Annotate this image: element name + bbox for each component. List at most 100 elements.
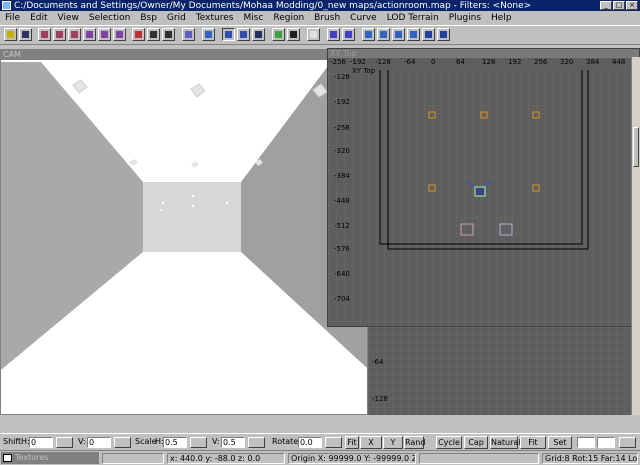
rotate-lock-icon[interactable] [437,28,450,41]
menu-lod-terrain[interactable]: LOD Terrain [382,13,444,23]
scale-v-field[interactable]: 0.5 [221,437,245,448]
textures-window-icon [3,454,12,462]
y-tick: -704 [334,295,350,303]
fit-height-field[interactable] [597,437,615,448]
menu-view[interactable]: View [53,13,84,23]
scale-v-spinner[interactable] [248,437,265,448]
y-tick: -64 [372,358,384,366]
menu-edit[interactable]: Edit [25,13,52,23]
rand-button[interactable]: Rand [404,436,425,449]
lights-icon[interactable] [307,28,320,41]
y-tick: -640 [334,270,350,278]
rotate-spinner[interactable] [325,437,342,448]
texture-lock-icon[interactable] [422,28,435,41]
camera-view-title: CAM [1,50,367,60]
open-icon[interactable] [4,28,17,41]
rotate-field[interactable]: 0.0 [298,437,322,448]
x-tick: -128 [375,58,391,66]
xz-view-icon[interactable] [377,28,390,41]
fit-spinner[interactable] [619,437,636,448]
y-tick: -576 [334,245,350,253]
z-axis-flip-icon[interactable] [68,28,81,41]
patch-icon[interactable] [327,28,340,41]
y-flip-button[interactable]: Y Flip [383,436,403,458]
background-xy-view[interactable]: -64 -128 [368,327,640,415]
scale-h-field[interactable]: 0.5 [163,437,187,448]
x-tick: 256 [534,58,548,66]
rotate-label: Rotate: [272,437,301,446]
menu-misc[interactable]: Misc [238,13,268,23]
scale-v-label: V: [212,437,220,446]
scale-h-spinner[interactable] [190,437,207,448]
minimize-button[interactable]: _ [600,1,612,10]
close-button[interactable]: × [626,1,638,10]
y-tick: -192 [334,98,350,106]
cap-button[interactable]: Cap [464,436,488,449]
fit-texture-button[interactable]: Fit [520,436,546,449]
filter-icon[interactable] [272,28,285,41]
natural-button[interactable]: Natural [490,436,521,449]
scrollbar-thumb[interactable] [633,127,639,167]
maximize-button[interactable]: □ [613,1,625,10]
curve-icon[interactable] [342,28,355,41]
select-inside-icon[interactable] [162,28,175,41]
menu-bsp[interactable]: Bsp [135,13,162,23]
shift-h-spinner[interactable] [56,437,73,448]
cursor-coordinates: x: 440.0 y: -88.0 z: 0.0 [167,453,285,464]
shift-v-spinner[interactable] [114,437,131,448]
auto-view-icon[interactable] [407,28,420,41]
menu-curve[interactable]: Curve [345,13,382,23]
status-message [102,453,164,464]
x-tick: 448 [612,58,626,66]
x-tick: 320 [560,58,574,66]
textures-tab[interactable]: Textures [1,452,99,464]
y-axis-flip-icon[interactable] [53,28,66,41]
camera-preview-icon[interactable] [252,28,265,41]
shift-h-field[interactable]: 0 [29,437,53,448]
z-axis-rotate-icon[interactable] [113,28,126,41]
x-axis-rotate-icon[interactable] [83,28,96,41]
menu-selection[interactable]: Selection [84,13,135,23]
hollow-icon[interactable] [182,28,195,41]
csg-merge-icon[interactable] [222,28,235,41]
xy-grid [328,58,639,326]
menu-grid[interactable]: Grid [162,13,191,23]
csg-subtract-icon[interactable] [202,28,215,41]
shift-v-field[interactable]: 0 [87,437,111,448]
status-info [419,453,539,464]
camera-render [1,60,367,414]
x-axis-flip-icon[interactable] [38,28,51,41]
entities-icon[interactable] [287,28,300,41]
y-tick: -512 [334,222,350,230]
menu-file[interactable]: File [0,13,25,23]
xy-view-label: XY Top [352,67,376,75]
vertical-scrollbar[interactable] [631,57,640,415]
camera-view[interactable]: CAM [0,49,368,415]
fit-button[interactable]: Fit [345,436,359,449]
menu-region[interactable]: Region [268,13,309,23]
surface-inspector-bar: Shift H: 0 V: 0 Scale H: 0.5 V: 0.5 Rota… [0,433,640,458]
xy-top-view[interactable]: XY Top -256 -192 -128 -64 0 64 128 192 2… [327,48,640,327]
shift-label: Shift [3,437,22,446]
y-axis-rotate-icon[interactable] [98,28,111,41]
shift-v-label: V: [78,437,86,446]
menu-plugins[interactable]: Plugins [444,13,486,23]
cycle-button[interactable]: Cycle > [436,436,462,458]
menu-brush[interactable]: Brush [309,13,345,23]
x-tick: 128 [482,58,496,66]
cubic-clip-icon[interactable] [237,28,250,41]
y-tick: -128 [334,73,350,81]
xy-view-icon[interactable] [362,28,375,41]
status-bar: Textures x: 440.0 y: -88.0 z: 0.0 Origin… [0,450,640,465]
window-title: C:/Documents and Settings/Owner/My Docum… [14,0,532,11]
yz-view-icon[interactable] [392,28,405,41]
menu-textures[interactable]: Textures [191,13,239,23]
set-button[interactable]: Set [548,436,572,449]
save-icon[interactable] [19,28,32,41]
x-flip-button[interactable]: X Flip [360,436,382,458]
clip-icon[interactable] [132,28,145,41]
y-tick: -384 [334,172,350,180]
select-touching-icon[interactable] [147,28,160,41]
menu-help[interactable]: Help [486,13,517,23]
fit-width-field[interactable] [577,437,595,448]
